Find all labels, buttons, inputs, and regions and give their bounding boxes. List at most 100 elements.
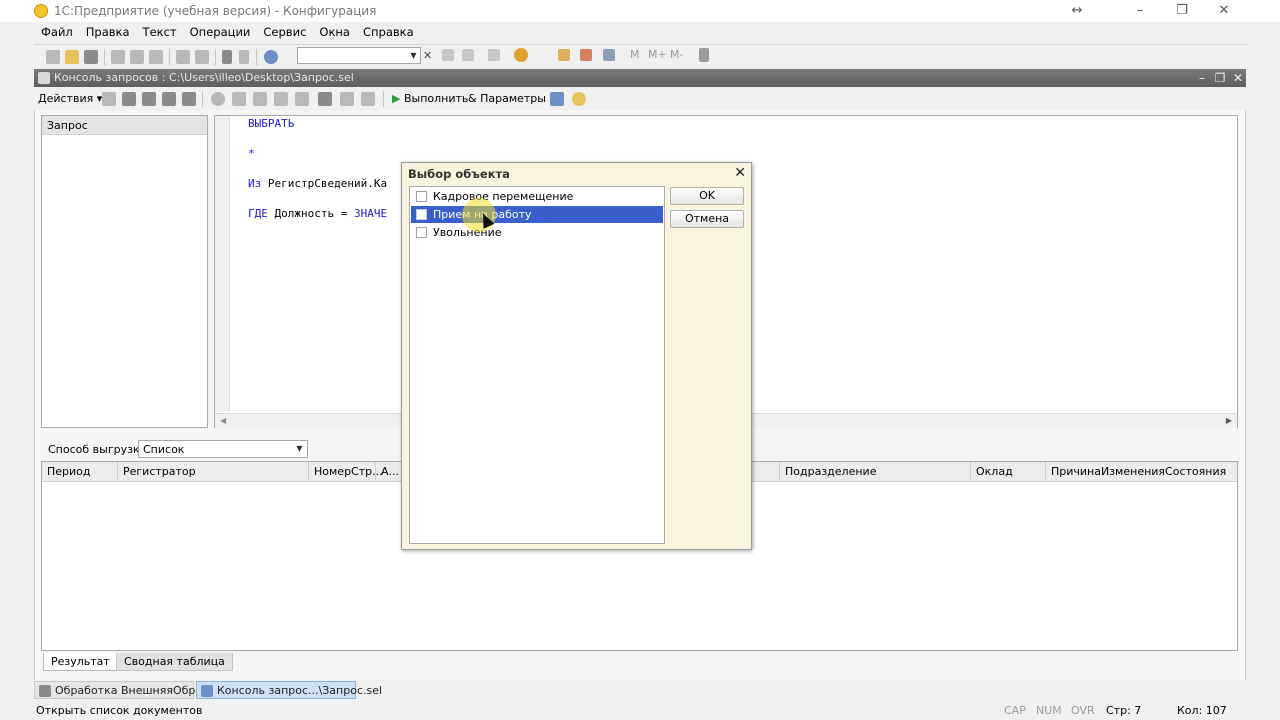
clear-search-icon[interactable]: ✕: [423, 47, 435, 64]
redo-icon[interactable]: [239, 50, 249, 64]
menu-windows[interactable]: Окна: [312, 22, 356, 39]
chevron-down-icon[interactable]: ▼: [293, 442, 306, 456]
list-item[interactable]: Увольнение: [411, 224, 663, 241]
ok-button[interactable]: OK: [670, 187, 744, 205]
col-header-period[interactable]: Период: [47, 465, 91, 478]
find-prev-icon[interactable]: [462, 49, 474, 61]
tools-icon[interactable]: [699, 48, 709, 62]
cursor-line: Стр: 7: [1106, 704, 1142, 717]
move-up-icon[interactable]: [340, 92, 354, 106]
editor-gutter: [215, 116, 230, 412]
item-checkbox[interactable]: [416, 191, 427, 202]
new-query-icon[interactable]: [102, 92, 116, 106]
menu-text[interactable]: Текст: [136, 22, 183, 39]
memory-plus-button[interactable]: M+: [648, 48, 667, 61]
menu-bar: Файл Правка Текст Операции Сервис Окна Справка: [34, 22, 1248, 42]
dialog-close-icon[interactable]: ✕: [734, 165, 746, 181]
tab-result[interactable]: Результат: [43, 653, 118, 671]
memory-button[interactable]: M: [630, 48, 640, 61]
search-combo[interactable]: ▼: [297, 47, 421, 64]
app-titlebar: 1С:Предприятие (учебная версия) - Конфиг…: [0, 0, 1280, 22]
child-minimize-button[interactable]: –: [1194, 70, 1210, 86]
settings-icon[interactable]: [550, 92, 564, 106]
copy-query-icon[interactable]: [295, 92, 309, 106]
console-window-title: Консоль запросов : C:\Users\illeo\Deskto…: [54, 71, 354, 84]
open-folder-icon[interactable]: [65, 50, 79, 64]
copy-icon[interactable]: [130, 50, 144, 64]
add-icon[interactable]: [211, 92, 225, 106]
item-label: Кадровое перемещение: [433, 190, 574, 203]
item-checkbox[interactable]: [416, 227, 427, 238]
resize-arrows-icon[interactable]: ↔: [1067, 2, 1087, 20]
cancel-button[interactable]: Отмена: [670, 210, 744, 228]
col-header-department[interactable]: Подразделение: [785, 465, 876, 478]
parameters-button[interactable]: & Параметры: [468, 92, 546, 105]
search-icon[interactable]: [264, 50, 278, 64]
export-mode-select[interactable]: Список ▼: [138, 440, 308, 458]
tab-pivot-table[interactable]: Сводная таблица: [116, 653, 233, 671]
console-icon: [201, 685, 213, 697]
col-header-change-reason[interactable]: ПричинаИзмененияСостояния: [1051, 465, 1226, 478]
app-logo-icon: [34, 4, 48, 18]
menu-file[interactable]: Файл: [34, 22, 79, 39]
edit-icon[interactable]: [232, 92, 246, 106]
close-button[interactable]: ✕: [1214, 2, 1234, 20]
console-window-icon: [38, 72, 50, 84]
help-icon[interactable]: [572, 92, 586, 106]
users-icon[interactable]: [603, 49, 615, 61]
query-builder-icon[interactable]: [318, 92, 332, 106]
save-query-icon[interactable]: [142, 92, 156, 106]
select-object-dialog: Выбор объекта ✕ Кадровое перемещение При…: [401, 162, 752, 550]
overwrite-indicator: OVR: [1071, 704, 1095, 717]
object-list[interactable]: Кадровое перемещение Прием на работу Уво…: [409, 186, 665, 544]
save-as-icon[interactable]: [162, 92, 176, 106]
scroll-left-icon[interactable]: ◀: [220, 416, 226, 425]
cut-icon[interactable]: [111, 50, 125, 64]
col-header-salary[interactable]: Оклад: [976, 465, 1013, 478]
open-query-icon[interactable]: [122, 92, 136, 106]
scroll-right-icon[interactable]: ▶: [1226, 416, 1232, 425]
calculator-icon[interactable]: [558, 49, 570, 61]
menu-edit[interactable]: Правка: [79, 22, 136, 39]
move-down-icon[interactable]: [361, 92, 375, 106]
child-close-button[interactable]: ✕: [1230, 70, 1246, 86]
save-icon[interactable]: [84, 50, 98, 64]
console-window-titlebar: Консоль запросов : C:\Users\illeo\Deskto…: [34, 69, 1246, 87]
memory-minus-button[interactable]: M-: [670, 48, 683, 61]
list-item[interactable]: Прием на работу: [411, 206, 663, 223]
chevron-down-icon[interactable]: ▼: [408, 49, 419, 62]
windows-icon[interactable]: [488, 49, 500, 61]
item-checkbox[interactable]: [416, 209, 427, 220]
main-toolbar: [34, 44, 1248, 68]
save-all-icon[interactable]: [182, 92, 196, 106]
maximize-button[interactable]: ❐: [1172, 2, 1192, 20]
taskbar-item-query-console[interactable]: Консоль запрос...\Запрос.sel: [196, 681, 382, 699]
paste-icon[interactable]: [149, 50, 163, 64]
list-item[interactable]: Кадровое перемещение: [411, 188, 663, 205]
minimize-button[interactable]: –: [1130, 2, 1150, 20]
col-header-registrar[interactable]: Регистратор: [123, 465, 196, 478]
col-header-a[interactable]: А...: [381, 465, 399, 478]
play-icon: ▶: [392, 92, 401, 105]
undo-icon[interactable]: [222, 50, 232, 64]
child-maximize-button[interactable]: ❐: [1212, 70, 1228, 86]
menu-operations[interactable]: Операции: [183, 22, 257, 39]
print-preview-icon[interactable]: [195, 50, 209, 64]
taskbar-item-external-processing[interactable]: Обработка ВнешняяОбраб...: [34, 681, 219, 699]
run-button[interactable]: ▶ Выполнить: [392, 92, 468, 105]
col-header-line-number[interactable]: НомерСтр...: [314, 465, 383, 478]
actions-menu-button[interactable]: Действия ▾: [38, 92, 102, 105]
window-taskbar: Обработка ВнешняяОбраб... Консоль запрос…: [34, 680, 1246, 700]
list-icon[interactable]: [274, 92, 288, 106]
print-icon[interactable]: [176, 50, 190, 64]
query-list-panel[interactable]: Запрос: [41, 115, 208, 428]
delete-icon[interactable]: [253, 92, 267, 106]
menu-service[interactable]: Сервис: [256, 22, 312, 39]
numlock-indicator: NUM: [1036, 704, 1062, 717]
processing-icon: [39, 685, 51, 697]
new-document-icon[interactable]: [46, 50, 60, 64]
calendar-icon[interactable]: [580, 49, 592, 61]
find-next-icon[interactable]: [442, 49, 454, 61]
info-icon[interactable]: [514, 48, 528, 62]
menu-help[interactable]: Справка: [356, 22, 420, 39]
